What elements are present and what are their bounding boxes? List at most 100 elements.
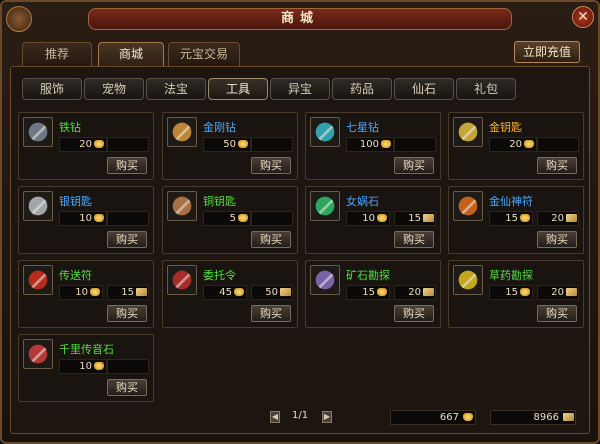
ticket-price-value: 15 bbox=[408, 213, 421, 224]
next-page-button[interactable]: ▶ bbox=[322, 411, 332, 423]
category-tab-6[interactable]: 仙石 bbox=[394, 78, 454, 100]
buy-button[interactable]: 购买 bbox=[251, 157, 291, 174]
category-tab-7[interactable]: 礼包 bbox=[456, 78, 516, 100]
item-name: 金钥匙 bbox=[489, 121, 522, 134]
gold-price-value: 15 bbox=[362, 287, 375, 298]
item-card[interactable]: 委托令 45 50 购买 bbox=[162, 260, 298, 328]
item-card[interactable]: 传送符 10 15 购买 bbox=[18, 260, 154, 328]
ticket-icon bbox=[423, 288, 434, 296]
ticket-price: 50 bbox=[251, 285, 293, 300]
ticket-price-value: 15 bbox=[121, 287, 134, 298]
category-tab-2[interactable]: 法宝 bbox=[146, 78, 206, 100]
gold-price-value: 10 bbox=[362, 213, 375, 224]
golden-talisman-icon bbox=[453, 191, 483, 221]
gold-price-value: 5 bbox=[229, 213, 236, 224]
category-tab-1[interactable]: 宠物 bbox=[84, 78, 144, 100]
item-card[interactable]: 银钥匙 10 购买 bbox=[18, 186, 154, 254]
buy-button[interactable]: 购买 bbox=[394, 231, 434, 248]
item-name: 矿石勘探 bbox=[346, 269, 390, 282]
gold-price: 20 bbox=[59, 137, 107, 152]
corner-ornament-icon bbox=[6, 6, 32, 32]
item-name: 传送符 bbox=[59, 269, 92, 282]
buy-button[interactable]: 购买 bbox=[394, 305, 434, 322]
item-card[interactable]: 金仙神符 15 20 购买 bbox=[448, 186, 584, 254]
ticket-price bbox=[394, 137, 436, 152]
prev-page-button[interactable]: ◀ bbox=[270, 411, 280, 423]
ticket-icon bbox=[280, 288, 291, 296]
item-card[interactable]: 千里传音石 10 购买 bbox=[18, 334, 154, 402]
herb-prospect-icon bbox=[453, 265, 483, 295]
nuwa-stone-icon bbox=[310, 191, 340, 221]
gold-ingot-icon bbox=[90, 288, 100, 296]
gold-ingot-icon bbox=[238, 214, 248, 222]
gold-price: 100 bbox=[346, 137, 394, 152]
gold-ingot-icon bbox=[377, 214, 387, 222]
ticket-price bbox=[107, 359, 149, 374]
commission-token-icon bbox=[167, 265, 197, 295]
ticket-balance-value: 8966 bbox=[533, 412, 559, 423]
item-name: 金刚钻 bbox=[203, 121, 236, 134]
item-card[interactable]: 金钥匙 20 购买 bbox=[448, 112, 584, 180]
item-name: 铜钥匙 bbox=[203, 195, 236, 208]
buy-button[interactable]: 购买 bbox=[107, 157, 147, 174]
buy-button[interactable]: 购买 bbox=[107, 231, 147, 248]
tab-1[interactable]: 商城 bbox=[98, 42, 164, 66]
gold-ingot-icon bbox=[94, 362, 104, 370]
item-name: 千里传音石 bbox=[59, 343, 114, 356]
item-card[interactable]: 铜钥匙 5 购买 bbox=[162, 186, 298, 254]
topup-button[interactable]: 立即充值 bbox=[514, 41, 580, 63]
ticket-price bbox=[537, 137, 579, 152]
ticket-icon bbox=[566, 288, 577, 296]
copper-key-icon bbox=[167, 191, 197, 221]
gold-price: 15 bbox=[489, 211, 533, 226]
gold-price: 5 bbox=[203, 211, 251, 226]
gold-ingot-icon bbox=[94, 140, 104, 148]
ticket-icon bbox=[136, 288, 147, 296]
item-card[interactable]: 草药勘探 15 20 购买 bbox=[448, 260, 584, 328]
buy-button[interactable]: 购买 bbox=[251, 231, 291, 248]
category-tab-0[interactable]: 服饰 bbox=[22, 78, 82, 100]
ticket-price-value: 20 bbox=[551, 287, 564, 298]
iron-drill-icon bbox=[23, 117, 53, 147]
ticket-price-value: 50 bbox=[265, 287, 278, 298]
category-tab-4[interactable]: 异宝 bbox=[270, 78, 330, 100]
gold-price: 20 bbox=[489, 137, 537, 152]
buy-button[interactable]: 购买 bbox=[394, 157, 434, 174]
buy-button[interactable]: 购买 bbox=[251, 305, 291, 322]
ticket-price: 20 bbox=[537, 211, 579, 226]
tab-2[interactable]: 元宝交易 bbox=[168, 42, 240, 66]
gold-price-value: 100 bbox=[359, 139, 379, 150]
item-card[interactable]: 金刚钻 50 购买 bbox=[162, 112, 298, 180]
item-name: 七星钻 bbox=[346, 121, 379, 134]
buy-button[interactable]: 购买 bbox=[537, 305, 577, 322]
tab-0[interactable]: 推荐 bbox=[22, 42, 92, 66]
gold-price-value: 10 bbox=[75, 287, 88, 298]
category-tab-3[interactable]: 工具 bbox=[208, 78, 268, 100]
category-tab-5[interactable]: 药品 bbox=[332, 78, 392, 100]
ticket-icon bbox=[566, 214, 577, 222]
gold-ingot-icon bbox=[463, 413, 473, 421]
buy-button[interactable]: 购买 bbox=[537, 231, 577, 248]
close-button[interactable]: ✕ bbox=[572, 6, 594, 28]
ticket-price-value: 20 bbox=[408, 287, 421, 298]
window-title: 商城 bbox=[88, 8, 512, 30]
ticket-price bbox=[251, 211, 293, 226]
ticket-price bbox=[251, 137, 293, 152]
gold-ingot-icon bbox=[234, 288, 244, 296]
item-card[interactable]: 铁钻 20 购买 bbox=[18, 112, 154, 180]
buy-button[interactable]: 购买 bbox=[537, 157, 577, 174]
ticket-price-value: 20 bbox=[551, 213, 564, 224]
ticket-price: 15 bbox=[394, 211, 436, 226]
item-card[interactable]: 女娲石 10 15 购买 bbox=[305, 186, 441, 254]
item-card[interactable]: 七星钻 100 购买 bbox=[305, 112, 441, 180]
ticket-icon bbox=[423, 214, 434, 222]
gold-price-value: 10 bbox=[79, 213, 92, 224]
buy-button[interactable]: 购买 bbox=[107, 305, 147, 322]
gold-price: 10 bbox=[346, 211, 390, 226]
gold-price-value: 45 bbox=[219, 287, 232, 298]
ticket-price bbox=[107, 137, 149, 152]
buy-button[interactable]: 购买 bbox=[107, 379, 147, 396]
ticket-price bbox=[107, 211, 149, 226]
diamond-drill-icon bbox=[167, 117, 197, 147]
item-card[interactable]: 矿石勘探 15 20 购买 bbox=[305, 260, 441, 328]
